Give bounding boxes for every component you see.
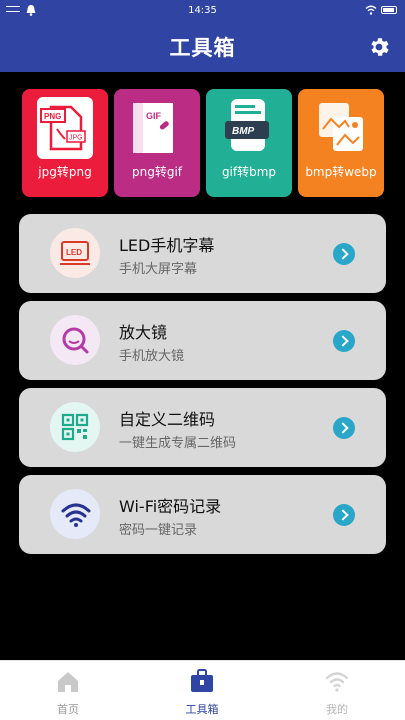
feature-subtitle: 手机大屏字幕 bbox=[119, 262, 198, 277]
tool-label: jpg转png bbox=[38, 165, 92, 179]
tab-label: 我的 bbox=[326, 703, 348, 716]
home-icon bbox=[58, 672, 78, 692]
png-to-gif-icon: GIF bbox=[129, 97, 185, 159]
tool-png-to-gif[interactable]: GIF png转gif bbox=[114, 89, 200, 197]
tool-bmp-to-webp[interactable]: bmp转webp bbox=[298, 89, 384, 197]
app-header: 14:35 工具箱 bbox=[0, 0, 405, 72]
feature-card-wifi-password[interactable]: Wi-Fi密码记录 密码一键记录 bbox=[19, 475, 386, 554]
feature-card-led-subtitle[interactable]: LED LED手机字幕 手机大屏字幕 bbox=[19, 214, 386, 293]
tab-label: 首页 bbox=[57, 703, 79, 716]
svg-text:PNG: PNG bbox=[44, 112, 61, 121]
wifi-status-icon bbox=[365, 5, 377, 15]
conversion-tools-row: PNG JPG jpg转png GIF png转gif BMP gif转bmp … bbox=[22, 89, 384, 197]
wifi-tab-icon bbox=[325, 672, 349, 692]
tab-label: 工具箱 bbox=[185, 703, 219, 716]
feature-subtitle: 一键生成专属二维码 bbox=[119, 436, 237, 451]
magnifier-icon bbox=[50, 315, 100, 365]
bottom-tab-bar: 首页 工具箱 我的 bbox=[0, 660, 405, 720]
feature-title: Wi-Fi密码记录 bbox=[119, 497, 222, 516]
svg-text:JPG: JPG bbox=[69, 135, 83, 142]
feature-title: LED手机字幕 bbox=[119, 236, 215, 255]
tool-label: bmp转webp bbox=[305, 165, 377, 179]
feature-card-qr-code[interactable]: 自定义二维码 一键生成专属二维码 bbox=[19, 388, 386, 467]
feature-subtitle: 手机放大镜 bbox=[119, 349, 185, 364]
status-bar: 14:35 bbox=[0, 0, 405, 22]
page-title: 工具箱 bbox=[169, 36, 236, 60]
led-icon: LED bbox=[50, 228, 100, 278]
qr-code-icon bbox=[50, 402, 100, 452]
svg-text:GIF: GIF bbox=[146, 111, 162, 121]
feature-card-magnifier[interactable]: 放大镜 手机放大镜 bbox=[19, 301, 386, 380]
tab-home[interactable]: 首页 bbox=[28, 661, 108, 720]
svg-text:BMP: BMP bbox=[232, 126, 255, 137]
gif-to-bmp-icon: BMP bbox=[221, 97, 277, 159]
status-time: 14:35 bbox=[188, 5, 217, 16]
tab-profile[interactable]: 我的 bbox=[297, 661, 377, 720]
feature-title: 自定义二维码 bbox=[119, 410, 216, 429]
settings-gear-icon[interactable] bbox=[367, 35, 391, 59]
tab-toolbox[interactable]: 工具箱 bbox=[162, 661, 242, 720]
tool-jpg-to-png[interactable]: PNG JPG jpg转png bbox=[22, 89, 108, 197]
bmp-to-webp-icon bbox=[313, 97, 369, 159]
chevron-right-icon[interactable] bbox=[333, 330, 355, 352]
svg-text:LED: LED bbox=[66, 248, 82, 257]
toolbox-icon bbox=[191, 669, 213, 692]
wifi-icon bbox=[50, 489, 100, 539]
tool-label: gif转bmp bbox=[221, 165, 277, 179]
feature-subtitle: 密码一键记录 bbox=[119, 523, 198, 538]
chevron-right-icon[interactable] bbox=[333, 417, 355, 439]
status-right bbox=[365, 5, 397, 15]
tool-gif-to-bmp[interactable]: BMP gif转bmp bbox=[206, 89, 292, 197]
chevron-right-icon[interactable] bbox=[333, 504, 355, 526]
jpg-to-png-icon: PNG JPG bbox=[37, 97, 93, 159]
tool-label: png转gif bbox=[131, 165, 183, 179]
chevron-right-icon[interactable] bbox=[333, 243, 355, 265]
battery-icon bbox=[381, 6, 397, 14]
feature-title: 放大镜 bbox=[119, 323, 168, 342]
